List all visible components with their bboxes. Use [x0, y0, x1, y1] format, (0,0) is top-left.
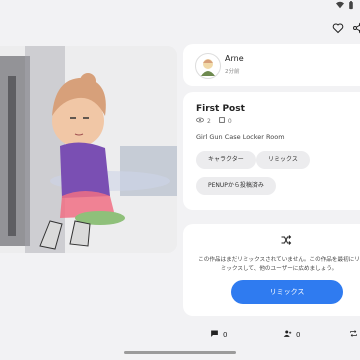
- tag-chip[interactable]: リミックス: [256, 151, 310, 169]
- post-timestamp: 2分前: [225, 69, 240, 75]
- repost-button[interactable]: [349, 329, 360, 341]
- tag-chip[interactable]: キャラクター: [196, 151, 256, 169]
- add-user-button[interactable]: 0: [283, 329, 300, 341]
- eye-icon: [196, 117, 204, 125]
- author-card[interactable]: Arne 2分前: [183, 44, 360, 86]
- artwork-image[interactable]: [0, 46, 177, 253]
- author-name[interactable]: Arne: [225, 54, 244, 63]
- post-title: First Post: [196, 104, 245, 114]
- comment-icon: [210, 329, 219, 341]
- post-info-card: First Post 2 0 Girl Gun Case Locker Room…: [183, 92, 360, 210]
- remix-message: この作品はまだリミックスされていません。この作品を最初にリミックスして、他のユー…: [198, 257, 360, 272]
- remix-count-icon: [218, 117, 225, 125]
- repost-icon: [349, 329, 358, 341]
- share-icon: [353, 22, 360, 34]
- status-bar: [300, 0, 360, 12]
- comment-button[interactable]: 0: [210, 329, 227, 341]
- comment-count-label: 0: [223, 331, 228, 339]
- add-user-icon: [283, 329, 292, 341]
- bottom-bar: 0 0: [183, 326, 360, 344]
- user-count-label: 0: [296, 331, 301, 339]
- post-stats: 2 0: [196, 117, 240, 125]
- wifi-icon: [336, 1, 344, 11]
- view-count: 2: [207, 117, 211, 125]
- share-button[interactable]: [352, 22, 360, 38]
- like-button[interactable]: [332, 22, 344, 38]
- tag-chip[interactable]: PENUPから投稿済み: [196, 177, 276, 195]
- avatar[interactable]: [195, 53, 221, 79]
- battery-icon: [348, 1, 354, 12]
- heart-icon: [332, 23, 344, 34]
- remix-button[interactable]: リミックス: [231, 280, 343, 304]
- gesture-nav-bar[interactable]: [124, 351, 236, 354]
- shuffle-icon: [280, 234, 292, 249]
- remix-card: この作品はまだリミックスされていません。この作品を最初にリミックスして、他のユー…: [183, 224, 360, 316]
- comment-count: 0: [227, 117, 232, 125]
- post-description: Girl Gun Case Locker Room: [196, 133, 285, 141]
